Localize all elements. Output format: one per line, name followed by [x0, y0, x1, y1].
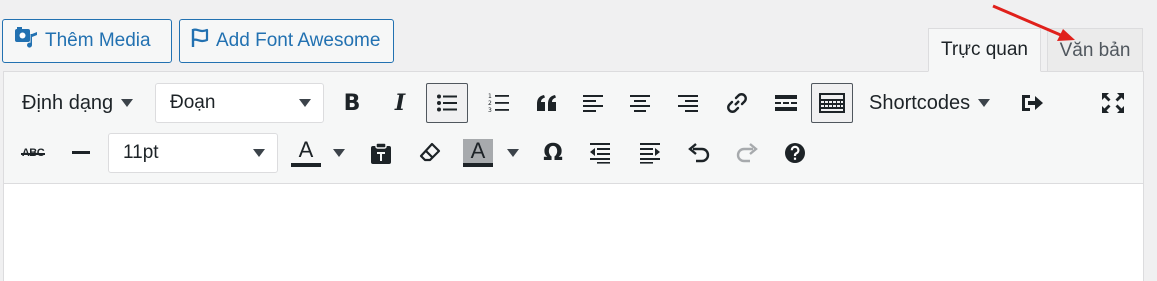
indent-button[interactable]: [634, 133, 666, 173]
paragraph-select-value: Đoạn: [170, 92, 216, 113]
toolbar-toggle-icon: [818, 92, 846, 114]
text-color-icon: A: [298, 137, 314, 162]
clear-formatting-icon: [419, 142, 441, 164]
flag-icon: [190, 27, 210, 55]
tab-text-label: Văn bản: [1059, 39, 1131, 61]
bold-button[interactable]: B: [336, 83, 368, 123]
paragraph-select[interactable]: Đoạn: [155, 83, 324, 123]
background-color-button[interactable]: A: [462, 133, 494, 173]
special-character-icon: Ω: [543, 140, 563, 166]
shortcodes-dropdown[interactable]: Shortcodes: [869, 83, 999, 123]
chevron-down-icon: [121, 99, 134, 107]
italic-button[interactable]: I: [384, 83, 416, 123]
numbered-list-icon: 1 2 3: [488, 92, 510, 114]
font-size-select[interactable]: 11pt: [108, 133, 278, 173]
blockquote-button[interactable]: [530, 83, 564, 123]
italic-icon: I: [394, 90, 406, 116]
media-icon: [13, 26, 39, 56]
tab-text[interactable]: Văn bản: [1047, 28, 1143, 72]
bullet-list-button[interactable]: [426, 83, 468, 123]
strikethrough-button[interactable]: ABC: [18, 133, 48, 173]
indent-icon: [638, 142, 662, 164]
help-icon: [784, 142, 806, 164]
read-more-button[interactable]: [769, 83, 803, 123]
add-font-awesome-button[interactable]: Add Font Awesome: [179, 19, 394, 63]
text-color-dropdown[interactable]: [330, 133, 348, 173]
format-dropdown-label: Định dạng: [22, 91, 114, 114]
editor: Định dạng Đoạn B I 1 2 3 Shortcodes ABC …: [3, 71, 1144, 281]
chevron-down-icon: [333, 149, 345, 157]
background-color-icon: A: [463, 139, 493, 167]
strikethrough-icon: ABC: [20, 147, 46, 159]
font-size-select-value: 11pt: [123, 142, 159, 163]
redo-icon: [735, 142, 759, 164]
horizontal-line-button[interactable]: [68, 133, 94, 173]
outdent-button[interactable]: [584, 133, 616, 173]
text-color-swatch: [291, 163, 321, 167]
align-left-button[interactable]: [577, 83, 609, 123]
undo-button[interactable]: [683, 133, 715, 173]
editor-content-area[interactable]: [4, 185, 1143, 281]
special-character-button[interactable]: Ω: [538, 133, 568, 173]
clear-formatting-button[interactable]: [415, 133, 445, 173]
add-font-awesome-label: Add Font Awesome: [216, 30, 381, 51]
paste-text-icon: [369, 141, 393, 165]
bullet-list-icon: [436, 93, 458, 113]
background-color-letter: A: [463, 139, 493, 163]
background-color-dropdown[interactable]: [504, 133, 522, 173]
add-media-button[interactable]: Thêm Media: [2, 19, 172, 63]
editor-toolbar: Định dạng Đoạn B I 1 2 3 Shortcodes ABC …: [4, 72, 1143, 184]
shortcodes-dropdown-label: Shortcodes: [869, 91, 971, 114]
blockquote-icon: [535, 93, 559, 113]
align-right-icon: [677, 94, 699, 112]
align-center-button[interactable]: [624, 83, 656, 123]
read-more-icon: [774, 94, 798, 112]
redo-button[interactable]: [731, 133, 763, 173]
text-color-button[interactable]: A: [290, 133, 322, 173]
tab-visual-label: Trực quan: [941, 39, 1028, 60]
align-right-button[interactable]: [672, 83, 704, 123]
tab-visual[interactable]: Trực quan: [928, 28, 1041, 72]
horizontal-line-icon: [71, 150, 91, 156]
align-left-icon: [582, 94, 604, 112]
numbered-list-button[interactable]: 1 2 3: [483, 83, 515, 123]
svg-text:1: 1: [488, 93, 492, 100]
fullscreen-icon: [1101, 92, 1125, 114]
add-media-label: Thêm Media: [45, 30, 151, 51]
paste-text-button[interactable]: [366, 133, 396, 173]
toolbar-row-1: Định dạng Đoạn B I 1 2 3 Shortcodes: [4, 83, 1143, 123]
exit-button[interactable]: [1015, 83, 1049, 123]
undo-icon: [687, 142, 711, 164]
toolbar-toggle-button[interactable]: [811, 83, 853, 123]
bold-icon: B: [343, 90, 361, 116]
outdent-icon: [588, 142, 612, 164]
background-color-swatch: [463, 163, 493, 167]
chevron-down-icon: [507, 149, 519, 157]
chevron-down-icon: [253, 149, 265, 157]
link-icon: [725, 91, 749, 115]
chevron-down-icon: [978, 99, 991, 107]
help-button[interactable]: [779, 133, 811, 173]
svg-text:3: 3: [488, 107, 492, 114]
toolbar-row-2: ABC 11pt A A Ω: [4, 133, 1143, 173]
svg-text:2: 2: [488, 100, 492, 107]
chevron-down-icon: [299, 99, 311, 107]
link-button[interactable]: [720, 83, 754, 123]
fullscreen-button[interactable]: [1096, 83, 1130, 123]
exit-icon: [1020, 93, 1044, 113]
align-center-icon: [629, 94, 651, 112]
format-dropdown[interactable]: Định dạng: [22, 83, 148, 123]
